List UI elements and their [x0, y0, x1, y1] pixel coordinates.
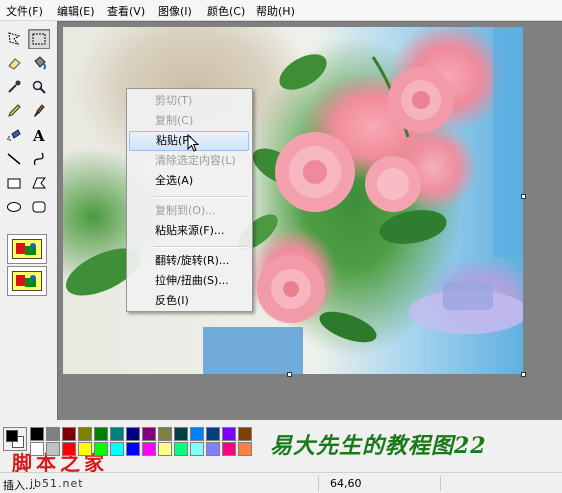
fill-bucket-icon[interactable] [28, 53, 50, 73]
menu-help[interactable]: 帮助(H) [256, 3, 295, 19]
menu-colors[interactable]: 颜色(C) [207, 3, 245, 19]
palette-swatch[interactable] [190, 427, 204, 441]
menu-item-stretch-skew[interactable]: 拉伸/扭曲(S)... [129, 271, 249, 291]
menu-separator [153, 196, 247, 198]
menu-bar: 文件(F) 编辑(E) 查看(V) 图像(I) 颜色(C) 帮助(H) [0, 0, 562, 21]
watermark-title: 易大先生的教程图22 [270, 433, 487, 459]
palette-swatch[interactable] [126, 442, 140, 456]
menu-item-copy-to[interactable]: 复制到(O)... [129, 201, 249, 221]
rect-select-icon[interactable] [28, 29, 50, 49]
line-icon[interactable] [3, 149, 25, 169]
palette-swatch[interactable] [142, 427, 156, 441]
palette-swatch[interactable] [62, 442, 76, 456]
magnifier-icon[interactable] [28, 77, 50, 97]
status-bar: 插入... jb51.net 64,60 [0, 472, 562, 493]
palette-swatch[interactable] [206, 442, 220, 456]
opaque-selection-option[interactable] [7, 234, 47, 264]
color-picker-icon[interactable] [3, 77, 25, 97]
ellipse-icon[interactable] [3, 197, 25, 217]
pencil-icon[interactable] [3, 101, 25, 121]
resize-handle-bottom[interactable] [287, 372, 292, 377]
transparent-selection-option[interactable] [7, 266, 47, 296]
menu-file[interactable]: 文件(F) [6, 3, 43, 19]
menu-item-select-all[interactable]: 全选(A) [129, 171, 249, 191]
curve-icon[interactable] [28, 149, 50, 169]
menu-item-paste-from[interactable]: 粘贴来源(F)... [129, 221, 249, 241]
rounded-rect-icon[interactable] [28, 197, 50, 217]
menu-separator [153, 246, 247, 248]
mouse-cursor-icon [187, 134, 200, 152]
brush-icon[interactable] [28, 101, 50, 121]
rectangle-icon[interactable] [3, 173, 25, 193]
palette-swatch[interactable] [78, 442, 92, 456]
palette-swatch[interactable] [238, 427, 252, 441]
svg-text:A: A [32, 127, 45, 143]
eraser-icon[interactable] [3, 53, 25, 73]
palette-swatch[interactable] [238, 442, 252, 456]
transparent-option-icon [12, 271, 42, 291]
menu-item-flip-rotate[interactable]: 翻转/旋转(R)... [129, 251, 249, 271]
palette-swatch[interactable] [30, 427, 44, 441]
palette-swatch[interactable] [46, 442, 60, 456]
palette-swatch[interactable] [142, 442, 156, 456]
palette-swatch[interactable] [206, 427, 220, 441]
menu-item-copy[interactable]: 复制(C) [129, 111, 249, 131]
palette-swatch[interactable] [46, 427, 60, 441]
menu-image[interactable]: 图像(I) [158, 3, 192, 19]
palette-swatch[interactable] [94, 427, 108, 441]
status-divider [440, 476, 441, 491]
palette-swatch[interactable] [30, 442, 44, 456]
menu-item-invert-colors[interactable]: 反色(I) [129, 291, 249, 311]
airbrush-icon[interactable] [3, 125, 25, 145]
text-icon[interactable]: A [28, 125, 50, 145]
menu-edit[interactable]: 编辑(E) [57, 3, 95, 19]
palette-swatch[interactable] [110, 442, 124, 456]
palette-swatch[interactable] [94, 442, 108, 456]
palette-swatch[interactable] [126, 427, 140, 441]
palette-swatch[interactable] [174, 427, 188, 441]
palette-swatch[interactable] [62, 427, 76, 441]
status-coordinates: 64,60 [330, 477, 362, 490]
status-divider [318, 476, 319, 491]
site-url: jb51.net [30, 477, 84, 490]
menu-view[interactable]: 查看(V) [107, 3, 145, 19]
resize-handle-corner[interactable] [521, 372, 526, 377]
palette-swatch[interactable] [158, 427, 172, 441]
polygon-icon[interactable] [28, 173, 50, 193]
palette-swatch[interactable] [158, 442, 172, 456]
resize-handle-right[interactable] [521, 194, 526, 199]
palette-swatch[interactable] [222, 427, 236, 441]
menu-item-cut[interactable]: 剪切(T) [129, 91, 249, 111]
palette-swatch[interactable] [190, 442, 204, 456]
palette-swatch[interactable] [174, 442, 188, 456]
foreground-color-swatch[interactable] [6, 430, 18, 442]
palette-swatch[interactable] [222, 442, 236, 456]
context-menu: 剪切(T) 复制(C) 粘贴(P) 清除选定内容(L) 全选(A) 复制到(O)… [126, 88, 253, 312]
menu-item-clear-selection[interactable]: 清除选定内容(L) [129, 151, 249, 171]
palette-swatch[interactable] [110, 427, 124, 441]
toolbox: A [0, 21, 56, 414]
opaque-option-icon [12, 239, 42, 259]
free-select-icon[interactable] [3, 29, 25, 49]
palette-swatch[interactable] [78, 427, 92, 441]
